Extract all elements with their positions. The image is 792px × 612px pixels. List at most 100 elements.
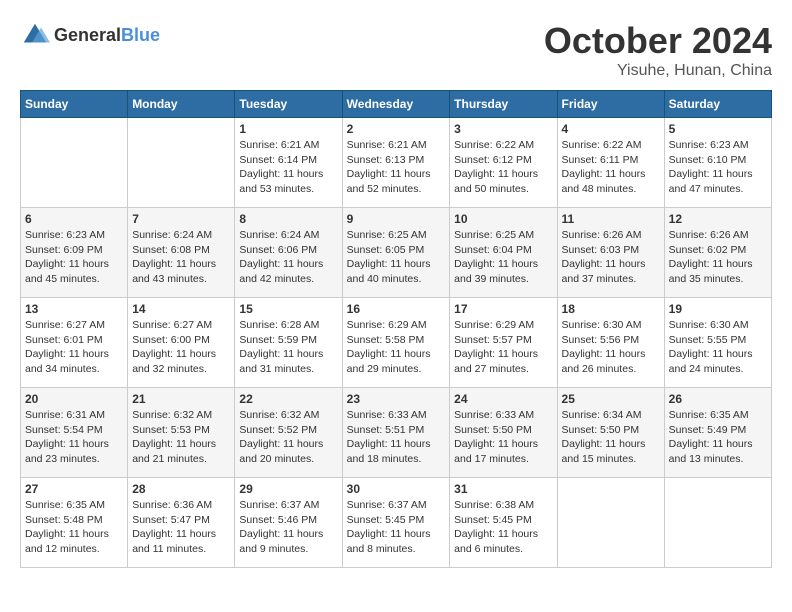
- sunset-info: Sunset: 6:01 PM: [25, 334, 103, 346]
- calendar-cell: 3 Sunrise: 6:22 AM Sunset: 6:12 PM Dayli…: [450, 118, 557, 208]
- calendar-week-row: 20 Sunrise: 6:31 AM Sunset: 5:54 PM Dayl…: [21, 388, 772, 478]
- sunrise-info: Sunrise: 6:24 AM: [132, 229, 212, 241]
- sunset-info: Sunset: 5:46 PM: [239, 514, 317, 526]
- daylight-info: Daylight: 11 hours and 32 minutes.: [132, 348, 216, 375]
- sunrise-info: Sunrise: 6:26 AM: [562, 229, 642, 241]
- day-number: 15: [239, 302, 337, 316]
- sunrise-info: Sunrise: 6:23 AM: [25, 229, 105, 241]
- calendar-cell: 23 Sunrise: 6:33 AM Sunset: 5:51 PM Dayl…: [342, 388, 450, 478]
- sunset-info: Sunset: 5:48 PM: [25, 514, 103, 526]
- sunrise-info: Sunrise: 6:31 AM: [25, 409, 105, 421]
- calendar-cell: 19 Sunrise: 6:30 AM Sunset: 5:55 PM Dayl…: [664, 298, 771, 388]
- day-number: 11: [562, 212, 660, 226]
- day-info: Sunrise: 6:21 AM Sunset: 6:14 PM Dayligh…: [239, 138, 337, 197]
- sunset-info: Sunset: 6:09 PM: [25, 244, 103, 256]
- sunrise-info: Sunrise: 6:22 AM: [454, 139, 534, 151]
- day-info: Sunrise: 6:23 AM Sunset: 6:10 PM Dayligh…: [669, 138, 767, 197]
- day-info: Sunrise: 6:33 AM Sunset: 5:51 PM Dayligh…: [347, 408, 446, 467]
- day-number: 10: [454, 212, 552, 226]
- day-info: Sunrise: 6:32 AM Sunset: 5:52 PM Dayligh…: [239, 408, 337, 467]
- logo-general: General: [54, 25, 121, 45]
- header-friday: Friday: [557, 91, 664, 118]
- day-number: 12: [669, 212, 767, 226]
- sunset-info: Sunset: 5:55 PM: [669, 334, 747, 346]
- calendar-cell: [128, 118, 235, 208]
- day-info: Sunrise: 6:27 AM Sunset: 6:01 PM Dayligh…: [25, 318, 123, 377]
- sunset-info: Sunset: 6:12 PM: [454, 154, 532, 166]
- calendar-cell: 16 Sunrise: 6:29 AM Sunset: 5:58 PM Dayl…: [342, 298, 450, 388]
- calendar-cell: 21 Sunrise: 6:32 AM Sunset: 5:53 PM Dayl…: [128, 388, 235, 478]
- sunrise-info: Sunrise: 6:34 AM: [562, 409, 642, 421]
- daylight-info: Daylight: 11 hours and 31 minutes.: [239, 348, 323, 375]
- daylight-info: Daylight: 11 hours and 9 minutes.: [239, 528, 323, 555]
- daylight-info: Daylight: 11 hours and 52 minutes.: [347, 168, 431, 195]
- sunrise-info: Sunrise: 6:21 AM: [347, 139, 427, 151]
- day-info: Sunrise: 6:37 AM Sunset: 5:46 PM Dayligh…: [239, 498, 337, 557]
- sunrise-info: Sunrise: 6:29 AM: [347, 319, 427, 331]
- day-info: Sunrise: 6:35 AM Sunset: 5:49 PM Dayligh…: [669, 408, 767, 467]
- day-info: Sunrise: 6:34 AM Sunset: 5:50 PM Dayligh…: [562, 408, 660, 467]
- sunrise-info: Sunrise: 6:30 AM: [562, 319, 642, 331]
- sunset-info: Sunset: 5:51 PM: [347, 424, 425, 436]
- day-info: Sunrise: 6:28 AM Sunset: 5:59 PM Dayligh…: [239, 318, 337, 377]
- day-info: Sunrise: 6:25 AM Sunset: 6:05 PM Dayligh…: [347, 228, 446, 287]
- calendar-cell: 11 Sunrise: 6:26 AM Sunset: 6:03 PM Dayl…: [557, 208, 664, 298]
- day-info: Sunrise: 6:22 AM Sunset: 6:11 PM Dayligh…: [562, 138, 660, 197]
- sunrise-info: Sunrise: 6:29 AM: [454, 319, 534, 331]
- sunset-info: Sunset: 6:13 PM: [347, 154, 425, 166]
- day-number: 5: [669, 122, 767, 136]
- calendar-cell: [21, 118, 128, 208]
- logo-icon: [20, 20, 50, 50]
- daylight-info: Daylight: 11 hours and 8 minutes.: [347, 528, 431, 555]
- calendar-cell: 10 Sunrise: 6:25 AM Sunset: 6:04 PM Dayl…: [450, 208, 557, 298]
- calendar-cell: 18 Sunrise: 6:30 AM Sunset: 5:56 PM Dayl…: [557, 298, 664, 388]
- sunrise-info: Sunrise: 6:28 AM: [239, 319, 319, 331]
- sunrise-info: Sunrise: 6:26 AM: [669, 229, 749, 241]
- logo: GeneralBlue: [20, 20, 160, 50]
- sunset-info: Sunset: 5:53 PM: [132, 424, 210, 436]
- day-number: 23: [347, 392, 446, 406]
- day-number: 31: [454, 482, 552, 496]
- day-number: 19: [669, 302, 767, 316]
- sunset-info: Sunset: 5:45 PM: [454, 514, 532, 526]
- day-number: 2: [347, 122, 446, 136]
- daylight-info: Daylight: 11 hours and 20 minutes.: [239, 438, 323, 465]
- sunset-info: Sunset: 6:00 PM: [132, 334, 210, 346]
- sunset-info: Sunset: 6:11 PM: [562, 154, 639, 166]
- day-number: 6: [25, 212, 123, 226]
- sunset-info: Sunset: 5:58 PM: [347, 334, 425, 346]
- daylight-info: Daylight: 11 hours and 13 minutes.: [669, 438, 753, 465]
- sunrise-info: Sunrise: 6:25 AM: [454, 229, 534, 241]
- day-info: Sunrise: 6:26 AM Sunset: 6:02 PM Dayligh…: [669, 228, 767, 287]
- day-number: 14: [132, 302, 230, 316]
- daylight-info: Daylight: 11 hours and 17 minutes.: [454, 438, 538, 465]
- day-number: 4: [562, 122, 660, 136]
- daylight-info: Daylight: 11 hours and 24 minutes.: [669, 348, 753, 375]
- day-info: Sunrise: 6:29 AM Sunset: 5:57 PM Dayligh…: [454, 318, 552, 377]
- sunrise-info: Sunrise: 6:32 AM: [239, 409, 319, 421]
- day-info: Sunrise: 6:38 AM Sunset: 5:45 PM Dayligh…: [454, 498, 552, 557]
- sunrise-info: Sunrise: 6:27 AM: [25, 319, 105, 331]
- calendar-cell: 2 Sunrise: 6:21 AM Sunset: 6:13 PM Dayli…: [342, 118, 450, 208]
- calendar-week-row: 1 Sunrise: 6:21 AM Sunset: 6:14 PM Dayli…: [21, 118, 772, 208]
- calendar-table: Sunday Monday Tuesday Wednesday Thursday…: [20, 90, 772, 568]
- day-info: Sunrise: 6:25 AM Sunset: 6:04 PM Dayligh…: [454, 228, 552, 287]
- day-number: 28: [132, 482, 230, 496]
- sunrise-info: Sunrise: 6:33 AM: [454, 409, 534, 421]
- daylight-info: Daylight: 11 hours and 23 minutes.: [25, 438, 109, 465]
- sunrise-info: Sunrise: 6:33 AM: [347, 409, 427, 421]
- calendar-cell: 30 Sunrise: 6:37 AM Sunset: 5:45 PM Dayl…: [342, 478, 450, 568]
- logo-blue: Blue: [121, 25, 160, 45]
- day-number: 18: [562, 302, 660, 316]
- calendar-cell: 15 Sunrise: 6:28 AM Sunset: 5:59 PM Dayl…: [235, 298, 342, 388]
- calendar-cell: 25 Sunrise: 6:34 AM Sunset: 5:50 PM Dayl…: [557, 388, 664, 478]
- day-info: Sunrise: 6:30 AM Sunset: 5:55 PM Dayligh…: [669, 318, 767, 377]
- page-header: GeneralBlue October 2024 Yisuhe, Hunan, …: [20, 20, 772, 80]
- day-number: 26: [669, 392, 767, 406]
- sunrise-info: Sunrise: 6:38 AM: [454, 499, 534, 511]
- calendar-cell: 12 Sunrise: 6:26 AM Sunset: 6:02 PM Dayl…: [664, 208, 771, 298]
- header-sunday: Sunday: [21, 91, 128, 118]
- calendar-week-row: 6 Sunrise: 6:23 AM Sunset: 6:09 PM Dayli…: [21, 208, 772, 298]
- day-info: Sunrise: 6:35 AM Sunset: 5:48 PM Dayligh…: [25, 498, 123, 557]
- calendar-week-row: 13 Sunrise: 6:27 AM Sunset: 6:01 PM Dayl…: [21, 298, 772, 388]
